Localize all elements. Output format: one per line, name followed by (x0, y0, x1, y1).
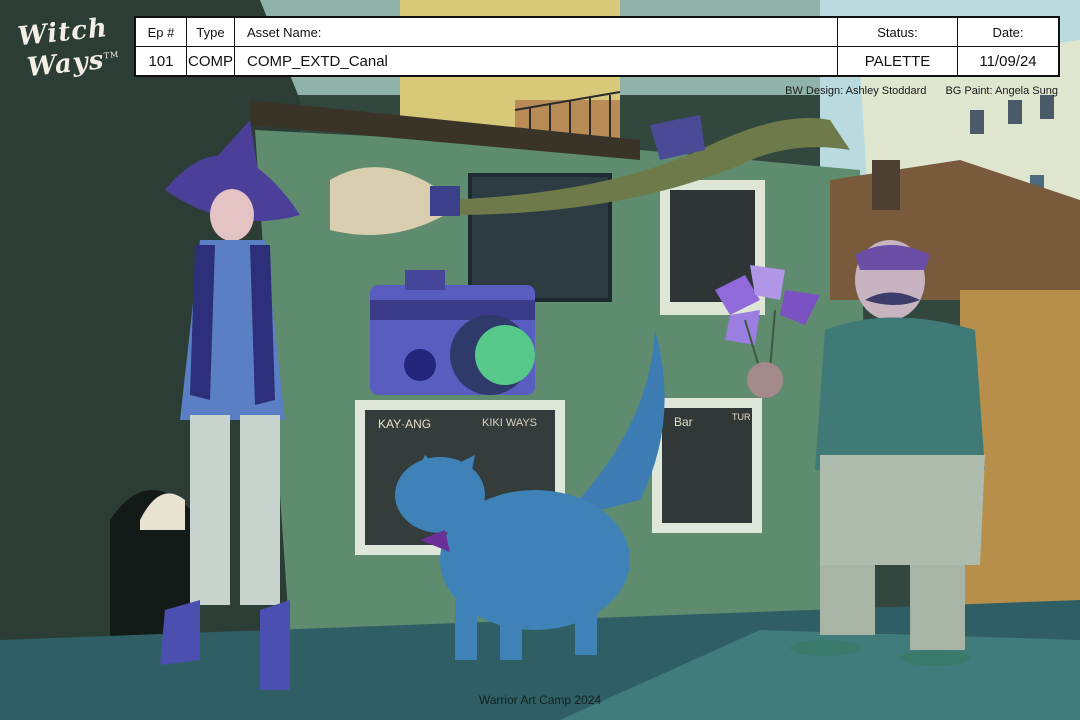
camera (370, 270, 535, 395)
shop-sign-left: KAY·ANG (378, 417, 431, 431)
bw-design-credit: BW Design: Ashley Stoddard (785, 85, 927, 97)
production-slate: Ep # Type Asset Name: Status: Date: 101 … (134, 16, 1060, 77)
bg-window (1040, 95, 1054, 119)
logo-trademark: TM (103, 49, 120, 61)
credits: BW Design: Ashley Stoddard BG Paint: Ang… (769, 85, 1058, 97)
asset-name-header: Asset Name: (235, 18, 838, 47)
ep-header: Ep # (136, 18, 187, 47)
bg-window (1008, 100, 1022, 124)
date-value: 11/09/24 (979, 52, 1037, 70)
ep-value: 101 (136, 47, 187, 75)
chimney (872, 160, 900, 210)
type-value: COMP (187, 47, 235, 75)
status-value: PALETTE (838, 47, 958, 75)
date-header: Date: (958, 18, 1058, 47)
shop-sign-middle: KIKI WAYS (482, 417, 537, 429)
scene-illustration: KAY·ANG KIKI WAYS Bar TUR (0, 0, 1080, 720)
bg-window (970, 110, 984, 134)
shop-sign-right-top: Bar (674, 415, 693, 429)
status-header: Status: (838, 18, 958, 47)
witch-ways-logo: Witch WaysTM (16, 13, 123, 97)
shop-sign-right-side: TUR (732, 412, 751, 422)
type-header: Type (187, 18, 235, 47)
asset-name-value: COMP_EXTD_Canal (235, 47, 838, 75)
footer-caption: Warrior Art Camp 2024 (478, 693, 602, 707)
logo-line-2-text: Ways (25, 45, 106, 84)
bg-paint-credit: BG Paint: Angela Sung (945, 85, 1058, 97)
